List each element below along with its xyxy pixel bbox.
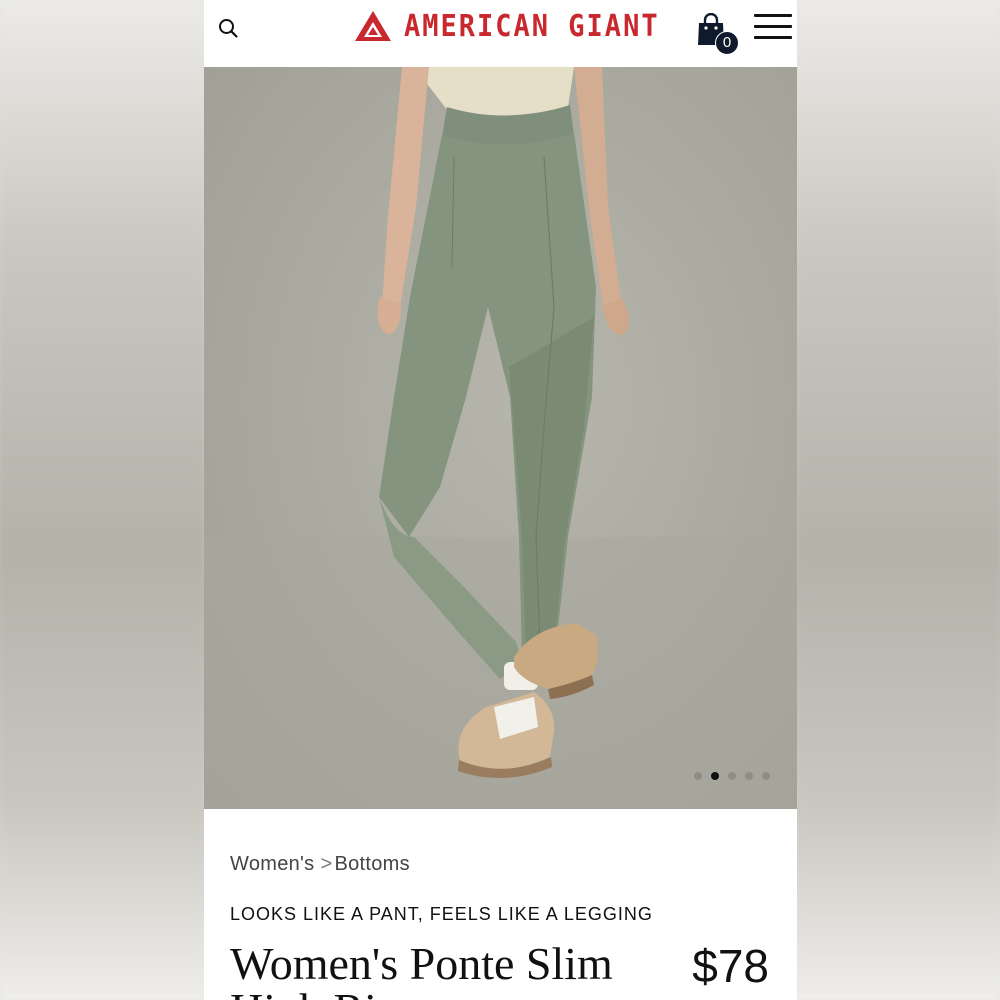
- carousel-dot[interactable]: [762, 772, 770, 780]
- product-photo: [204, 67, 797, 809]
- breadcrumb: Women's > Bottoms: [230, 853, 410, 876]
- breadcrumb-separator: >: [320, 853, 333, 875]
- carousel-dot[interactable]: [694, 772, 702, 780]
- menu-line-icon: [754, 36, 792, 39]
- breadcrumb-bottoms-link[interactable]: Bottoms: [334, 853, 409, 875]
- menu-line-icon: [754, 25, 792, 28]
- mobile-page: AMERICAN GIANT 0 Women's > Bottoms LOOKS…: [204, 0, 797, 1000]
- backdrop-left: [0, 0, 204, 1000]
- product-image-carousel[interactable]: [204, 67, 797, 809]
- site-header: AMERICAN GIANT 0: [204, 0, 797, 67]
- menu-line-icon: [754, 14, 792, 17]
- brand-name: AMERICAN GIANT: [404, 8, 660, 44]
- logo-mark-icon: [355, 11, 391, 41]
- product-tagline: LOOKS LIKE A PANT, FEELS LIKE A LEGGING: [230, 904, 653, 924]
- backdrop-right: [797, 0, 1000, 1000]
- carousel-dot-active[interactable]: [711, 772, 719, 780]
- carousel-pagination: [694, 772, 779, 780]
- search-button[interactable]: [216, 16, 242, 42]
- carousel-dot[interactable]: [745, 772, 753, 780]
- breadcrumb-womens-link[interactable]: Women's: [230, 853, 314, 875]
- cart-button[interactable]: 0: [696, 13, 740, 55]
- product-title: Women's Ponte Slim High Rise: [230, 938, 613, 1000]
- brand-logo[interactable]: AMERICAN GIANT: [354, 9, 660, 43]
- cart-count-badge: 0: [715, 31, 739, 55]
- search-icon: [219, 19, 238, 38]
- product-info: Women's > Bottoms LOOKS LIKE A PANT, FEELS…: [204, 809, 797, 1000]
- carousel-dot[interactable]: [728, 772, 736, 780]
- hamburger-menu-button[interactable]: [754, 14, 792, 44]
- product-price: $78: [692, 940, 769, 992]
